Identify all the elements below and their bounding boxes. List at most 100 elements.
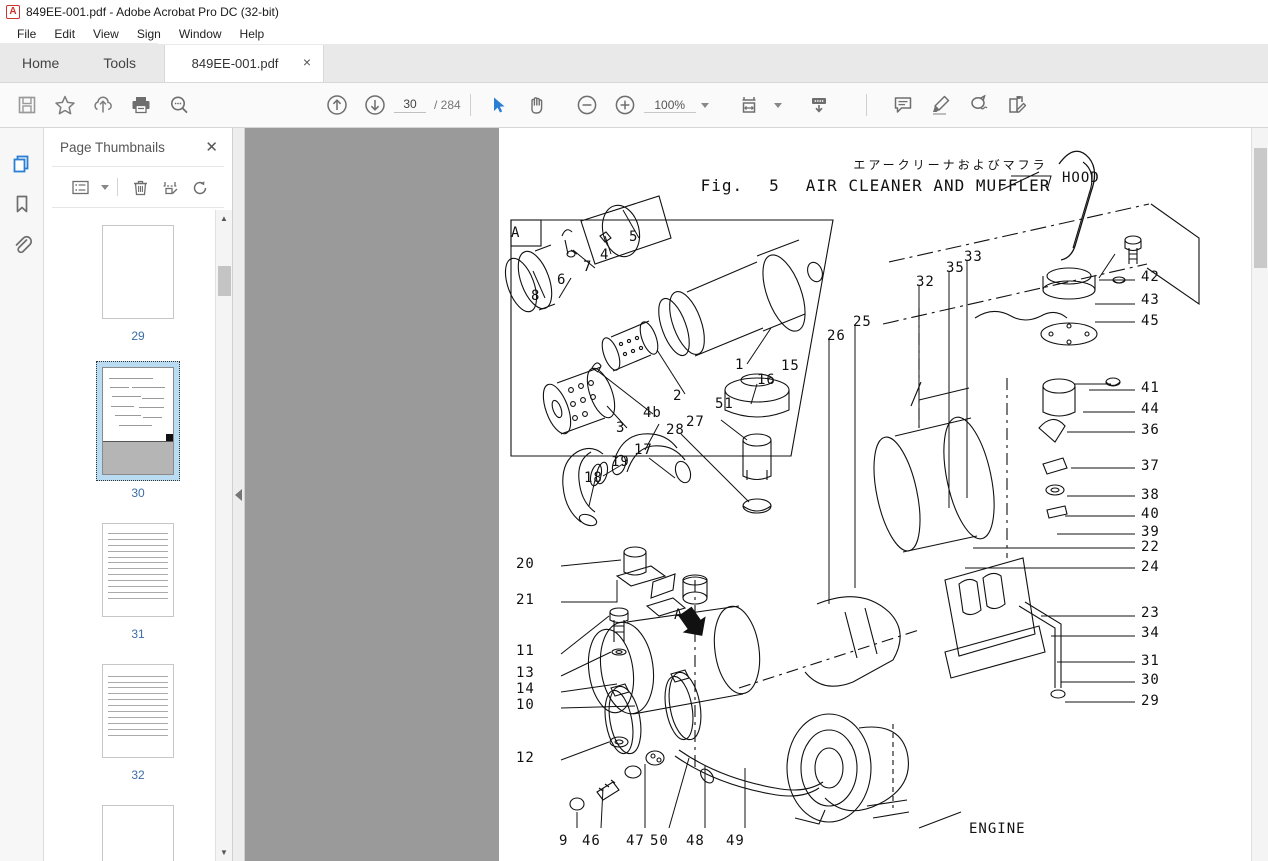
scroll-down-icon[interactable]: ▼	[216, 844, 232, 861]
upload-cloud-icon	[94, 96, 112, 113]
scroll-up-icon[interactable]: ▲	[216, 210, 232, 227]
zoom-out-button[interactable]	[568, 86, 606, 124]
thumbnail-lineart	[106, 371, 170, 438]
tab-tools[interactable]: Tools	[81, 43, 159, 82]
menu-window[interactable]: Window	[170, 25, 231, 43]
hand-tool-button[interactable]	[518, 86, 556, 124]
page-number-input[interactable]	[394, 97, 426, 113]
menu-sign[interactable]: Sign	[128, 25, 170, 43]
callout-46: 46	[582, 833, 601, 849]
callout-49: 49	[726, 833, 745, 849]
callout-4-alt: 4b	[643, 405, 662, 421]
thumbnail-list[interactable]: 29 30 31 32	[44, 208, 232, 861]
thumbnail-resize-handle[interactable]	[166, 434, 173, 441]
save-button[interactable]	[8, 86, 46, 124]
menu-help[interactable]: Help	[231, 25, 274, 43]
callout-5: 5	[629, 229, 639, 245]
thumbnail-frame	[96, 361, 180, 481]
callout-37: 37	[1141, 458, 1160, 474]
close-panel-icon[interactable]: ✕	[205, 140, 218, 155]
fit-page-chevron-icon[interactable]	[773, 102, 782, 108]
extract-pages-button[interactable]	[156, 173, 184, 201]
callout-7: 7	[583, 259, 593, 275]
callout-23: 23	[1141, 605, 1160, 621]
tab-home[interactable]: Home	[0, 43, 82, 82]
tab-document-label: 849EE-001.pdf	[191, 56, 279, 71]
document-viewport[interactable]: エアークリーナおよびマフラ Fig. 5 AIR CLEANER AND MUF…	[245, 128, 1268, 861]
thumbnail-options-button[interactable]	[66, 173, 94, 201]
thumbnail-preview	[102, 664, 174, 758]
menu-file[interactable]: File	[8, 25, 45, 43]
callout-10: 10	[516, 697, 535, 713]
callout-34: 34	[1141, 625, 1160, 641]
scrollbar-thumb[interactable]	[1254, 148, 1267, 268]
chevron-down-icon[interactable]	[700, 102, 709, 108]
sidebar-item-bookmarks[interactable]	[5, 184, 39, 224]
hood-label: HOOD	[1062, 170, 1100, 186]
zoom-level-input[interactable]	[643, 97, 696, 113]
close-icon[interactable]: ×	[303, 54, 311, 70]
highlight-button[interactable]	[922, 86, 960, 124]
trash-icon	[133, 180, 147, 195]
sidebar-item-attachments[interactable]	[5, 224, 39, 264]
collapse-sidebar-handle[interactable]	[233, 128, 245, 861]
callout-32: 32	[916, 274, 935, 290]
callout-8: 8	[531, 288, 541, 304]
menu-view[interactable]: View	[84, 25, 128, 43]
fill-and-sign-button[interactable]	[998, 86, 1036, 124]
star-icon	[55, 95, 75, 115]
menu-edit[interactable]: Edit	[45, 25, 84, 43]
sign-button[interactable]	[960, 86, 998, 124]
upload-button[interactable]	[84, 86, 122, 124]
print-button[interactable]	[122, 86, 160, 124]
thumbnail-scrollbar[interactable]: ▲ ▼	[215, 210, 232, 861]
thumbnail-table-preview	[108, 528, 168, 612]
callout-12: 12	[516, 750, 535, 766]
callout-26: 26	[827, 328, 846, 344]
thumbnail-preview	[102, 225, 174, 319]
main-toolbar: / 284	[0, 83, 1268, 128]
callout-35: 35	[946, 260, 965, 276]
callout-27: 27	[686, 414, 705, 430]
thumbnails-panel-header: Page Thumbnails ✕	[44, 128, 232, 166]
thumbnail-item[interactable]: 32	[44, 659, 232, 782]
thumbnail-options-chevron-icon[interactable]	[101, 184, 109, 190]
print-icon	[132, 97, 150, 114]
document-scrollbar[interactable]	[1251, 128, 1268, 861]
engine-label: ENGINE	[969, 821, 1026, 837]
search-button[interactable]	[160, 86, 198, 124]
scroll-mode-button[interactable]	[800, 86, 838, 124]
tab-document[interactable]: 849EE-001.pdf ×	[164, 45, 325, 82]
delete-pages-button[interactable]	[126, 173, 154, 201]
save-icon	[18, 96, 36, 114]
callout-47: 47	[626, 833, 645, 849]
callout-44: 44	[1141, 401, 1160, 417]
callout-25: 25	[853, 314, 872, 330]
comment-button[interactable]	[884, 86, 922, 124]
thumbnail-item[interactable]	[44, 800, 232, 861]
callout-42: 42	[1141, 269, 1160, 285]
main-content-area: Page Thumbnails ✕ 29 30 31 32 ▲ ▼ エアークリー…	[0, 128, 1268, 861]
thumbnail-item[interactable]: 31	[44, 518, 232, 641]
adobe-acrobat-icon: A	[6, 4, 20, 19]
sign-icon	[970, 94, 988, 110]
fit-page-button[interactable]	[731, 86, 769, 124]
add-to-favorites-button[interactable]	[46, 86, 84, 124]
callout-2: 2	[673, 388, 683, 404]
sidebar-item-page-thumbnails[interactable]	[5, 144, 39, 184]
next-page-button[interactable]	[356, 86, 394, 124]
rotate-pages-button[interactable]	[186, 173, 214, 201]
callout-50: 50	[650, 833, 669, 849]
thumbnail-item[interactable]: 29	[44, 220, 232, 343]
thumbnail-preview	[102, 523, 174, 617]
zoom-in-button[interactable]	[606, 86, 644, 124]
callout-22: 22	[1141, 539, 1160, 555]
thumbnail-item-selected[interactable]: 30	[44, 361, 232, 500]
callout-19: 19	[611, 454, 630, 470]
select-tool-button[interactable]	[480, 86, 518, 124]
callout-18: 18	[584, 470, 603, 486]
hand-tool-icon	[531, 97, 543, 114]
callout-13: 13	[516, 665, 535, 681]
scrollbar-thumb[interactable]	[218, 266, 231, 296]
previous-page-button[interactable]	[318, 86, 356, 124]
